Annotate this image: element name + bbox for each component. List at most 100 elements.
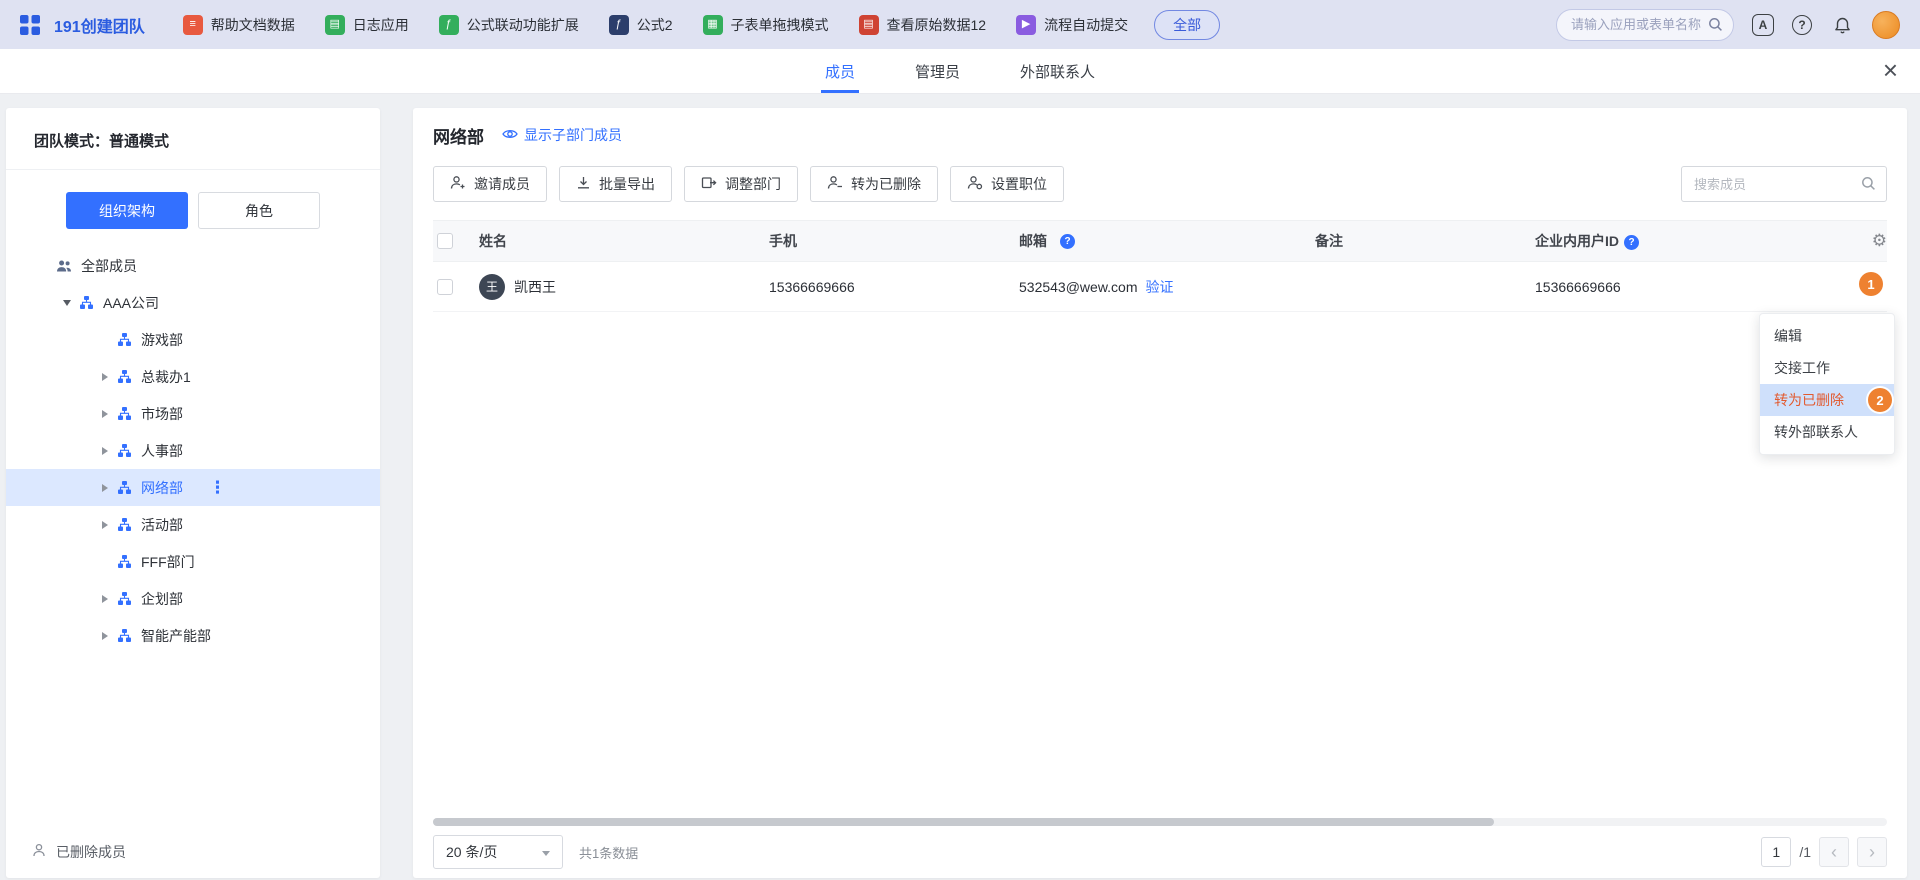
page-size-select[interactable]: 20 条/页 [433,835,563,869]
org-node-icon [116,555,132,568]
column-settings-icon[interactable] [1872,231,1887,251]
help-icon[interactable] [1792,15,1812,35]
prev-page-button[interactable]: ‹ [1819,837,1849,867]
app-icon: ≡ [183,15,203,35]
tab-members[interactable]: 成员 [825,49,855,93]
caret-right-icon[interactable] [94,373,116,381]
tree-item-label: 活动部 [141,515,183,535]
org-node-icon [116,444,132,457]
org-structure-button[interactable]: 组织架构 [66,192,188,229]
move-dept-icon [701,175,717,193]
caret-right-icon[interactable] [94,595,116,603]
verify-email-link[interactable]: 验证 [1146,277,1174,297]
adjust-dept-button[interactable]: 调整部门 [684,166,798,202]
app-tab-label: 流程自动提交 [1044,15,1128,35]
member-panel: 网络部 显示子部门成员 邀请成员 [413,108,1907,878]
app-tab-flow-auto-submit[interactable]: ▶ 流程自动提交 [1016,15,1128,35]
menu-item-to-external-contact[interactable]: 转外部联系人 [1760,416,1894,448]
app-tab-label: 公式2 [637,15,673,35]
tree-item-game-dept[interactable]: 游戏部 [6,321,380,358]
tree-item-planning-dept[interactable]: 企划部 [6,580,380,617]
select-all-checkbox[interactable] [437,233,453,249]
row-checkbox[interactable] [437,279,453,295]
all-apps-button[interactable]: 全部 [1154,10,1220,40]
person-badge-icon [967,175,983,193]
app-icon: ƒ [609,15,629,35]
app-tab-help-doc-data[interactable]: ≡ 帮助文档数据 [183,15,295,35]
col-header-phone: 手机 [769,231,1019,251]
tree-item-hr-dept[interactable]: 人事部 [6,432,380,469]
notification-bell-icon[interactable] [1830,13,1854,37]
language-icon[interactable] [1752,14,1774,36]
members-icon [56,259,72,273]
caret-right-icon[interactable] [94,410,116,418]
scrollbar-thumb[interactable] [433,818,1494,826]
tree-item-activity-dept[interactable]: 活动部 [6,506,380,543]
menu-item-edit[interactable]: 编辑 [1760,320,1894,352]
pager: 1 /1 ‹ › [1761,837,1887,867]
invite-member-button[interactable]: 邀请成员 [433,166,547,202]
tree-item-label: 智能产能部 [141,626,211,646]
app-icon: ƒ [439,15,459,35]
app-tab-raw-data-12[interactable]: ▤ 查看原始数据12 [859,15,987,35]
col-header-note: 备注 [1315,231,1535,251]
tree-item-fff-dept[interactable]: FFF部门 [6,543,380,580]
tree-item-network-dept[interactable]: 网络部 [6,469,380,506]
tree-item-ceo-office-1[interactable]: 总裁办1 [6,358,380,395]
deleted-members-link[interactable]: 已删除成员 [32,842,126,862]
horizontal-scrollbar [433,818,1887,826]
team-mode-label: 团队模式：普通模式 [6,108,380,170]
app-icon: ▶ [1016,15,1036,35]
search-icon [1861,176,1876,196]
org-node-icon [78,296,94,309]
table-row[interactable]: 王 凯西王 15366669666 532543@wew.com 验证 1536… [433,262,1887,312]
tree-item-smart-capacity-dept[interactable]: 智能产能部 [6,617,380,654]
user-id-help-icon[interactable] [1624,235,1639,250]
tree-item-label: 网络部 [141,478,183,498]
apps-grid-icon[interactable] [20,15,40,35]
app-tab-formula-2[interactable]: ƒ 公式2 [609,15,673,35]
caret-down-icon[interactable] [56,300,78,306]
member-avatar: 王 [479,274,505,300]
next-page-button[interactable]: › [1857,837,1887,867]
person-plus-icon [450,175,466,193]
tab-admins[interactable]: 管理员 [915,49,960,93]
role-button[interactable]: 角色 [198,192,320,229]
menu-item-move-to-deleted[interactable]: 转为已删除 2 [1760,384,1894,416]
tree-item-aaa-company[interactable]: AAA公司 [6,284,380,321]
member-admin-tabbar: 成员 管理员 外部联系人 [0,49,1920,94]
deleted-member-icon [32,843,47,861]
show-sub-dept-link[interactable]: 显示子部门成员 [502,125,622,145]
col-header-email: 邮箱 [1019,231,1047,251]
set-position-button[interactable]: 设置职位 [950,166,1064,202]
org-node-icon [116,370,132,383]
caret-right-icon[interactable] [94,484,116,492]
move-to-deleted-button[interactable]: 转为已删除 [810,166,938,202]
app-tab-formula-linkage[interactable]: ƒ 公式联动功能扩展 [439,15,579,35]
app-tab-label: 子表单拖拽模式 [731,15,829,35]
tree-item-market-dept[interactable]: 市场部 [6,395,380,432]
tree-item-all-members[interactable]: 全部成员 [6,247,380,284]
caret-right-icon[interactable] [94,632,116,640]
caret-right-icon[interactable] [94,521,116,529]
current-page-input[interactable]: 1 [1761,837,1791,867]
view-switch: 组织架构 角色 [6,192,380,229]
app-tab-log-app[interactable]: ▤ 日志应用 [325,15,409,35]
tab-external-contacts[interactable]: 外部联系人 [1020,49,1095,93]
topbar: 191创建团队 ≡ 帮助文档数据 ▤ 日志应用 ƒ 公式联动功能扩展 ƒ 公式2… [0,0,1920,49]
main-area: 团队模式：普通模式 组织架构 角色 全部成员 AAA公司 [0,94,1920,880]
app-tab-subform-drag[interactable]: ▦ 子表单拖拽模式 [703,15,829,35]
batch-export-button[interactable]: 批量导出 [559,166,672,202]
user-avatar[interactable] [1872,11,1900,39]
close-icon[interactable] [1883,57,1898,83]
member-search-input[interactable] [1681,166,1887,202]
dept-header: 网络部 显示子部门成员 [433,122,1887,148]
app-tab-label: 帮助文档数据 [211,15,295,35]
email-help-icon[interactable] [1060,234,1075,249]
more-actions-icon[interactable] [209,478,226,498]
caret-right-icon[interactable] [94,447,116,455]
table-header-row: 姓名 手机 邮箱 备注 企业内用户ID [433,220,1887,262]
workspace-name[interactable]: 191创建团队 [54,13,145,37]
eye-icon [502,127,518,143]
menu-item-handover-work[interactable]: 交接工作 [1760,352,1894,384]
